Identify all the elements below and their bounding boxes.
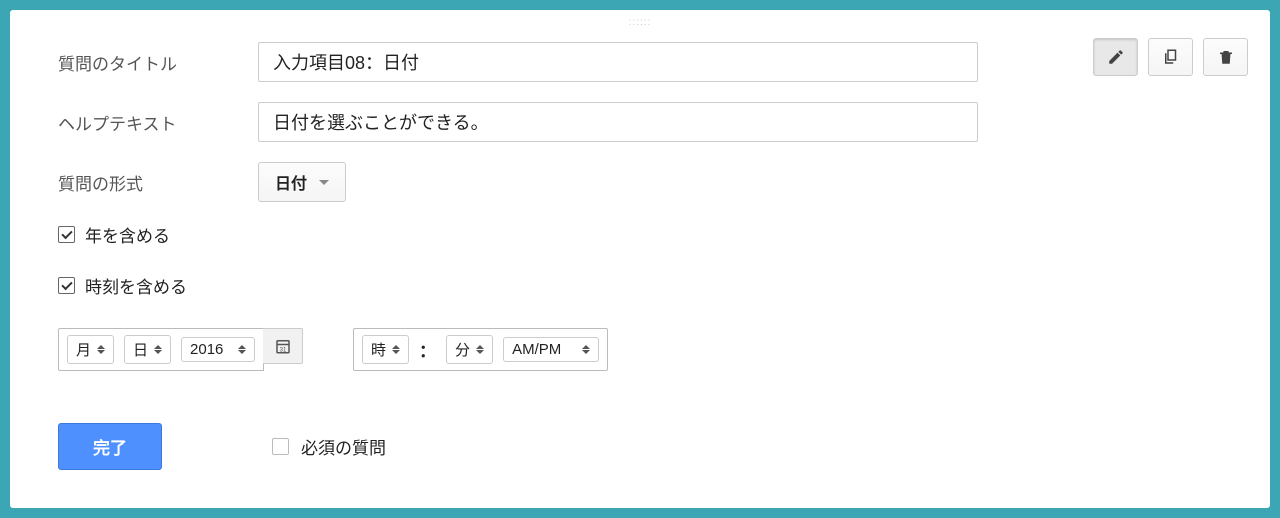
stepper-arrows-icon xyxy=(154,345,162,354)
title-input[interactable] xyxy=(258,42,978,82)
type-label: 質問の形式 xyxy=(58,170,258,195)
calendar-icon: 31 xyxy=(274,337,292,355)
pencil-icon xyxy=(1107,48,1125,66)
duplicate-button[interactable] xyxy=(1148,38,1193,76)
year-stepper[interactable]: 2016 xyxy=(181,337,255,362)
stepper-arrows-icon xyxy=(392,345,400,354)
time-picker-group: 時 ： 分 AM/PM xyxy=(353,328,608,371)
footer-row: 完了 必須の質問 xyxy=(58,423,1222,470)
question-toolbar xyxy=(1093,38,1248,76)
chevron-down-icon xyxy=(319,180,329,185)
question-type-value: 日付 xyxy=(275,170,307,194)
title-label: 質問のタイトル xyxy=(58,50,258,75)
help-row: ヘルプテキスト xyxy=(58,102,1222,142)
include-time-checkbox[interactable] xyxy=(58,277,75,294)
type-row: 質問の形式 日付 xyxy=(58,162,1222,202)
minute-stepper[interactable]: 分 xyxy=(446,335,493,364)
copy-icon xyxy=(1162,48,1180,66)
date-picker-group: 月 日 2016 31 xyxy=(58,328,303,371)
day-label: 日 xyxy=(133,339,148,360)
edit-button[interactable] xyxy=(1093,38,1138,76)
stepper-arrows-icon xyxy=(582,345,590,354)
day-stepper[interactable]: 日 xyxy=(124,335,171,364)
calendar-button[interactable]: 31 xyxy=(263,328,303,364)
question-editor-panel: :::::: 質問のタイトル ヘルプテキスト 質問の形式 日付 xyxy=(10,10,1270,508)
form-content: 質問のタイトル ヘルプテキスト 質問の形式 日付 年を含める 時刻を含める xyxy=(10,32,1270,470)
ampm-label: AM/PM xyxy=(512,341,561,358)
required-checkbox[interactable] xyxy=(272,438,289,455)
date-time-preview: 月 日 2016 31 xyxy=(58,328,1222,371)
hour-stepper[interactable]: 時 xyxy=(362,335,409,364)
month-stepper[interactable]: 月 xyxy=(67,335,114,364)
trash-icon xyxy=(1217,48,1235,66)
time-separator: ： xyxy=(419,337,436,362)
hour-label: 時 xyxy=(371,339,386,360)
required-label: 必須の質問 xyxy=(301,434,386,459)
ampm-stepper[interactable]: AM/PM xyxy=(503,337,599,362)
stepper-arrows-icon xyxy=(97,345,105,354)
month-label: 月 xyxy=(76,339,91,360)
include-year-row: 年を含める xyxy=(58,222,1222,247)
question-type-select[interactable]: 日付 xyxy=(258,162,346,202)
stepper-arrows-icon xyxy=(238,345,246,354)
help-label: ヘルプテキスト xyxy=(58,110,258,135)
stepper-arrows-icon xyxy=(476,345,484,354)
done-button[interactable]: 完了 xyxy=(58,423,162,470)
include-time-row: 時刻を含める xyxy=(58,273,1222,298)
minute-label: 分 xyxy=(455,339,470,360)
include-year-label: 年を含める xyxy=(85,222,170,247)
year-label: 2016 xyxy=(190,341,223,358)
help-input[interactable] xyxy=(258,102,978,142)
required-option: 必須の質問 xyxy=(272,434,386,459)
include-time-label: 時刻を含める xyxy=(85,273,187,298)
title-row: 質問のタイトル xyxy=(58,42,1222,82)
drag-handle-icon[interactable]: :::::: xyxy=(10,10,1270,32)
delete-button[interactable] xyxy=(1203,38,1248,76)
include-year-checkbox[interactable] xyxy=(58,226,75,243)
svg-text:31: 31 xyxy=(279,347,286,353)
